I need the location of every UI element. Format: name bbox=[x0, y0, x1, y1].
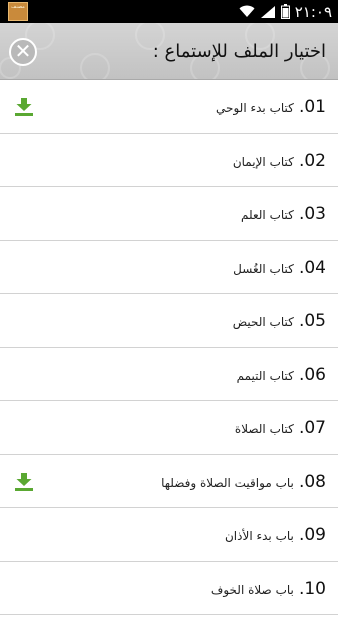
list-item-text: 08. باب مواقيت الصلاة وفضلها bbox=[161, 455, 326, 508]
list-item[interactable]: 02. كتاب الإيمان bbox=[0, 134, 338, 187]
list-item-label: باب مواقيت الصلاة وفضلها bbox=[161, 475, 294, 490]
list-item-text: 05. كتاب الحيض bbox=[233, 294, 326, 347]
list-item[interactable]: 10. باب صلاة الخوف bbox=[0, 562, 338, 615]
list-item-label: كتاب الغُسل bbox=[233, 261, 294, 276]
list-item-label: كتاب الحيض bbox=[232, 315, 294, 329]
download-icon[interactable] bbox=[13, 97, 35, 117]
list-item[interactable]: 01. كتاب بدء الوحي bbox=[0, 80, 338, 134]
list-item-number: 04 bbox=[304, 257, 326, 278]
clock-time: ٢١:٠٩ bbox=[294, 2, 332, 21]
dialog-title: اختيار الملف للإستماع : bbox=[152, 41, 326, 62]
list-item[interactable]: 04. كتاب الغُسل bbox=[0, 241, 338, 294]
list-item-number: 02 bbox=[304, 150, 326, 171]
list-item[interactable]: 08. باب مواقيت الصلاة وفضلها bbox=[0, 455, 338, 508]
battery-icon bbox=[280, 4, 290, 19]
list-item[interactable]: 09. باب بدء الأذان bbox=[0, 508, 338, 562]
list-item-label: كتاب العلم bbox=[241, 208, 294, 222]
status-bar: مصنف ٢١:٠٩ bbox=[0, 0, 338, 23]
list-item-text: 02. كتاب الإيمان bbox=[233, 134, 326, 187]
download-icon[interactable] bbox=[13, 472, 35, 492]
app-notification-icon: مصنف bbox=[8, 2, 28, 21]
list-item-text: 10. باب صلاة الخوف bbox=[211, 562, 326, 615]
list-item[interactable]: 05. كتاب الحيض bbox=[0, 294, 338, 348]
list-item[interactable]: 03. كتاب العلم bbox=[0, 187, 338, 241]
app-icon-text: مصنف bbox=[11, 4, 25, 10]
list-item-text: 09. باب بدء الأذان bbox=[225, 508, 326, 561]
list-item-text: 01. كتاب بدء الوحي bbox=[216, 80, 326, 133]
close-icon: ✕ bbox=[14, 39, 32, 63]
list-item-label: باب صلاة الخوف bbox=[210, 582, 294, 597]
signal-icon bbox=[260, 5, 275, 18]
list-item-label: كتاب الصلاة bbox=[234, 422, 294, 436]
list-item-number: 06 bbox=[304, 364, 326, 385]
status-indicators: ٢١:٠٩ bbox=[239, 0, 332, 23]
close-button[interactable]: ✕ bbox=[9, 38, 37, 66]
list-item-number: 05 bbox=[304, 311, 326, 331]
list-item-text: 06. كتاب التيمم bbox=[237, 348, 326, 401]
list-item-number: 10 bbox=[304, 578, 326, 599]
list-item-label: كتاب التيمم bbox=[236, 368, 294, 383]
list-item-number: 09 bbox=[304, 525, 326, 545]
list-item[interactable]: 07. كتاب الصلاة bbox=[0, 401, 338, 455]
list-item-text: 04. كتاب الغُسل bbox=[233, 241, 326, 294]
file-list: 01. كتاب بدء الوحي 02. كتاب الإيمان 03. كت… bbox=[0, 80, 338, 615]
list-item-number: 08 bbox=[304, 471, 326, 492]
list-item[interactable]: 06. كتاب التيمم bbox=[0, 348, 338, 401]
list-item-number: 07 bbox=[304, 418, 326, 438]
list-item-label: كتاب بدء الوحي bbox=[216, 101, 294, 115]
list-item-number: 03 bbox=[304, 204, 326, 224]
dialog-header: ✕ اختيار الملف للإستماع : bbox=[0, 23, 338, 80]
list-item-text: 03. كتاب العلم bbox=[241, 187, 326, 240]
list-item-label: كتاب الإيمان bbox=[232, 154, 294, 169]
wifi-icon bbox=[239, 5, 255, 17]
list-item-label: باب بدء الأذان bbox=[224, 529, 294, 543]
list-item-number: 01 bbox=[304, 97, 326, 117]
list-item-text: 07. كتاب الصلاة bbox=[235, 401, 326, 454]
